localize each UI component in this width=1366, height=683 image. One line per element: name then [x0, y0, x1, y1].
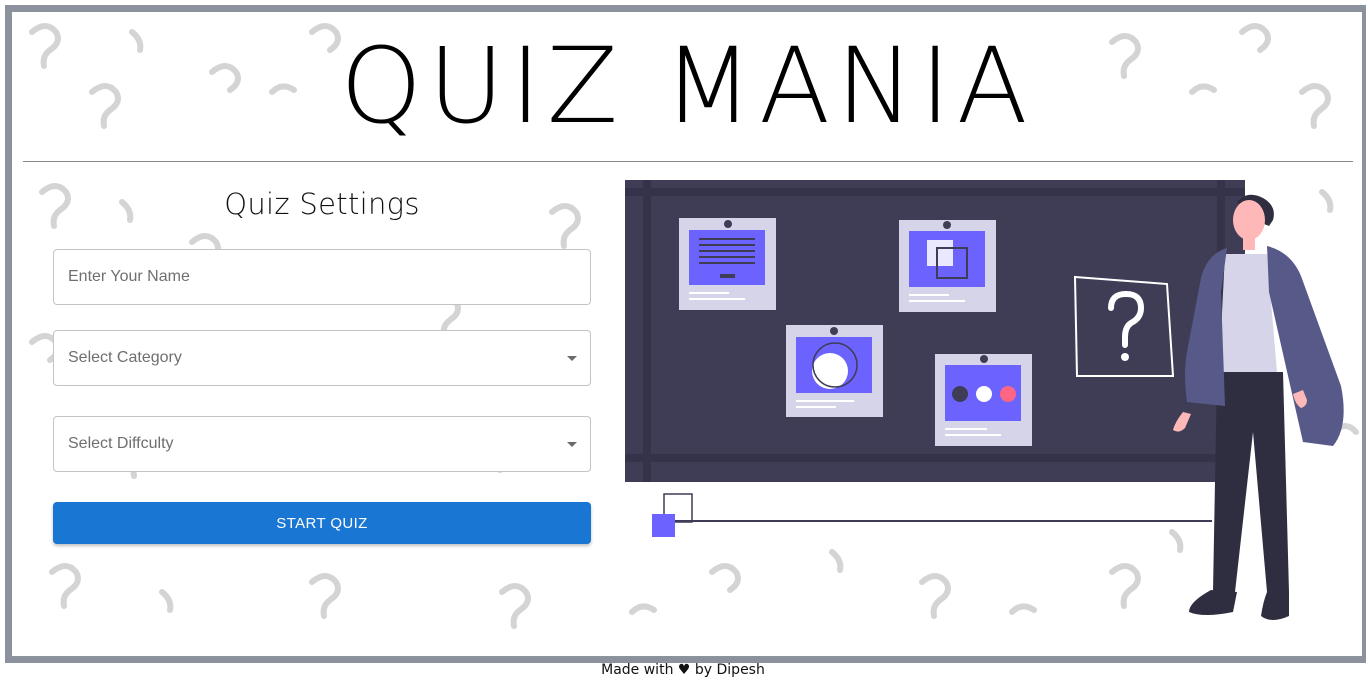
board-question-mark: ? [617, 172, 626, 176]
page-title: QUIZ MANIA [340, 25, 1034, 147]
difficulty-select[interactable]: Select Diffculty [53, 416, 591, 472]
board-card-document [679, 218, 776, 310]
category-select[interactable]: Select Category [53, 330, 591, 386]
header-divider [23, 161, 1353, 162]
start-quiz-button[interactable]: START QUIZ [53, 502, 591, 544]
name-input[interactable] [54, 250, 582, 304]
name-field[interactable] [53, 249, 591, 305]
board-card-dots [935, 354, 1032, 446]
board-card-squares [899, 220, 996, 312]
chevron-down-icon [567, 356, 577, 361]
quiz-settings-heading: Quiz Settings [224, 187, 420, 221]
board-card-circle [786, 325, 883, 417]
chevron-down-icon [567, 442, 577, 447]
category-select-label: Select Category [68, 349, 182, 366]
page-frame: QUIZ MANIA Quiz Settings Select Category… [5, 5, 1366, 663]
footer-credit: Made with ♥ by Dipesh [601, 662, 765, 678]
quiz-presenter-illustration: ? [617, 172, 1344, 620]
difficulty-select-label: Select Diffculty [68, 435, 174, 452]
